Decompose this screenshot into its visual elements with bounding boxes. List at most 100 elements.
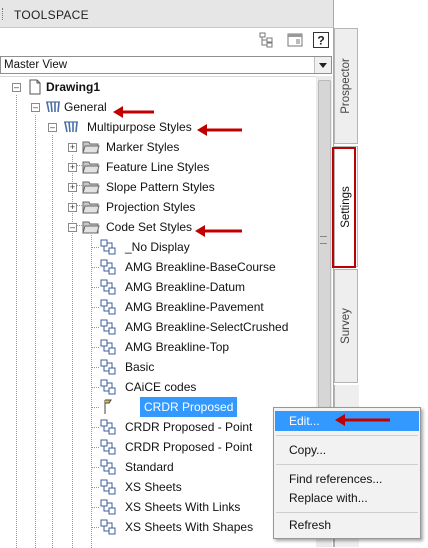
tree-row-style-item[interactable]: XS Sheets With Links <box>0 497 316 517</box>
tree-label-style-item: XS Sheets With Shapes <box>125 520 254 534</box>
tree-label-style-item: CRDR Proposed - Point <box>125 440 253 454</box>
chevron-down-icon[interactable] <box>314 57 331 73</box>
menu-item-copy[interactable]: Copy... <box>275 440 419 460</box>
tree-row-style-item[interactable]: AMG Breakline-Top <box>0 337 316 357</box>
tree-row-style-item[interactable]: Basic <box>0 357 316 377</box>
style-collection-icon <box>64 121 78 133</box>
style-item-icon <box>100 419 116 435</box>
folder-icon <box>82 201 100 214</box>
style-collection-icon <box>46 101 60 113</box>
tab-prospector[interactable]: Prospector <box>334 28 358 144</box>
tree-label-style-item: AMG Breakline-BaseCourse <box>125 260 276 274</box>
menu-item-replace-with[interactable]: Replace with... <box>275 488 419 508</box>
expand-icon[interactable]: + <box>68 163 77 172</box>
expand-icon[interactable]: + <box>68 183 77 192</box>
menu-item-find-references[interactable]: Find references... <box>275 469 419 489</box>
tree-row-style-item[interactable]: AMG Breakline-BaseCourse <box>0 257 316 277</box>
folder-icon <box>82 141 100 154</box>
tree-row-style-item[interactable]: XS Sheets <box>0 477 316 497</box>
tree-row-style-item[interactable]: CAiCE codes <box>0 377 316 397</box>
tree-row-folder[interactable]: + Slope Pattern Styles <box>0 177 316 197</box>
style-item-icon <box>100 519 116 535</box>
folder-icon <box>82 221 100 234</box>
menu-item-refresh[interactable]: Refresh <box>275 515 419 535</box>
view-selector-dropdown[interactable]: Master View <box>0 56 332 74</box>
style-item-icon <box>100 439 116 455</box>
tree-row-multipurpose[interactable]: – Multipurpose Styles <box>0 117 316 137</box>
tree-label-style-item: Standard <box>125 460 174 474</box>
folder-icon <box>82 181 100 194</box>
tree-row-folder[interactable]: + Feature Line Styles <box>0 157 316 177</box>
arrow-annotation <box>197 124 242 136</box>
tree-view-icon[interactable] <box>258 31 276 49</box>
tree-label-folder: Slope Pattern Styles <box>106 180 215 194</box>
style-item-icon <box>104 399 112 414</box>
panel-icon[interactable] <box>286 31 304 49</box>
tree-row-style-item[interactable]: CRDR Proposed <box>0 397 316 417</box>
grip-icon <box>320 236 327 244</box>
tree-label-style-item: XS Sheets <box>125 480 182 494</box>
tree-label-folder: Feature Line Styles <box>106 160 210 174</box>
tree-label-style-item: CRDR Proposed - Point <box>125 420 253 434</box>
tree-row-style-item[interactable]: CRDR Proposed - Point <box>0 417 316 437</box>
tree-label-style-item: Basic <box>125 360 155 374</box>
tree-label-folder: Code Set Styles <box>106 220 193 234</box>
expand-icon[interactable]: + <box>68 143 77 152</box>
tree-row-code-set-styles[interactable]: – Code Set Styles <box>0 217 316 237</box>
tree-row-style-item[interactable]: CRDR Proposed - Point <box>0 437 316 457</box>
settings-tab-highlight <box>332 147 356 268</box>
tree-label-style-item: XS Sheets With Links <box>125 500 241 514</box>
tree-label-folder: Projection Styles <box>106 200 196 214</box>
scrollbar-thumb[interactable] <box>318 80 331 408</box>
help-icon[interactable]: ? <box>312 31 330 49</box>
folder-icon <box>82 161 100 174</box>
panel-title: TOOLSPACE <box>14 8 89 22</box>
style-item-icon <box>100 319 116 335</box>
view-selector-value: Master View <box>4 59 68 71</box>
expand-icon[interactable]: + <box>68 203 77 212</box>
tree-row-style-item[interactable]: Standard <box>0 457 316 477</box>
tree-label-style-item: CAiCE codes <box>125 380 197 394</box>
style-item-icon <box>100 339 116 355</box>
tree-row-style-item[interactable]: _No Display <box>0 237 316 257</box>
collapse-icon[interactable]: – <box>31 103 40 112</box>
tree-label-style-item: AMG Breakline-Datum <box>125 280 246 294</box>
tree-row-style-item[interactable]: AMG Breakline-SelectCrushed <box>0 317 316 337</box>
collapse-icon[interactable]: – <box>12 83 21 92</box>
style-item-icon <box>100 499 116 515</box>
collapse-icon[interactable]: – <box>48 123 57 132</box>
tree-label-multipurpose: Multipurpose Styles <box>87 120 192 134</box>
toolbar: ? <box>0 28 333 54</box>
tree-row-style-item[interactable]: AMG Breakline-Pavement <box>0 297 316 317</box>
style-item-icon <box>100 259 116 275</box>
style-item-icon <box>100 279 116 295</box>
collapse-icon[interactable]: – <box>68 223 77 232</box>
tree-row-style-item[interactable]: XS Sheets With Shapes <box>0 517 316 537</box>
tree-row-general[interactable]: – General <box>0 97 316 117</box>
tree-label-root: Drawing1 <box>46 80 101 94</box>
tree-row-folder[interactable]: + Projection Styles <box>0 197 316 217</box>
style-item-icon <box>100 459 116 475</box>
style-item-icon <box>100 299 116 315</box>
tree-row-style-item[interactable]: AMG Breakline-Datum <box>0 277 316 297</box>
tree-label-style-item: _No Display <box>125 240 190 254</box>
tree-label-style-item: AMG Breakline-SelectCrushed <box>125 320 289 334</box>
style-item-icon <box>100 239 116 255</box>
panel-titlebar[interactable]: TOOLSPACE <box>0 0 333 28</box>
arrow-annotation <box>113 106 154 118</box>
style-item-icon <box>100 479 116 495</box>
svg-text:?: ? <box>317 34 324 48</box>
tree-view[interactable]: – Drawing1 – General – Multipurpose Styl… <box>0 76 316 548</box>
tree-label-selected: CRDR Proposed <box>140 397 238 417</box>
tab-survey[interactable]: Survey <box>334 269 358 383</box>
style-item-icon <box>100 359 116 375</box>
tree-label-style-item: AMG Breakline-Pavement <box>125 300 264 314</box>
tree-label-style-item: AMG Breakline-Top <box>125 340 230 354</box>
style-item-icon <box>100 379 116 395</box>
arrow-annotation <box>195 225 242 237</box>
grip-icon[interactable] <box>2 8 6 20</box>
tree-row-root[interactable]: – Drawing1 <box>0 77 316 97</box>
tree-label-general: General <box>64 100 107 114</box>
tree-row-folder[interactable]: + Marker Styles <box>0 137 316 157</box>
drawing-icon <box>29 79 41 95</box>
